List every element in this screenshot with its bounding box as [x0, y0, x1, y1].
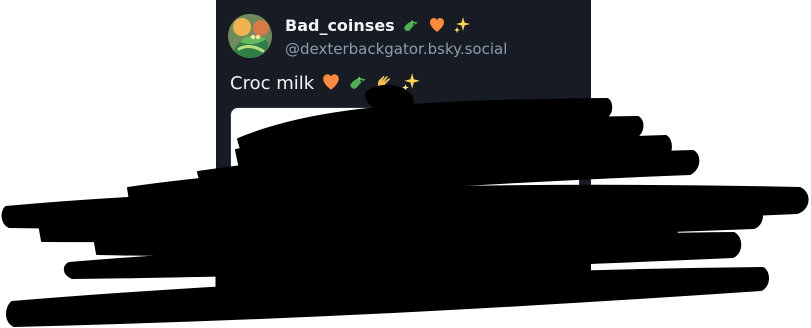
redaction-scribble: [1, 85, 809, 327]
screenshot-stage: Bad_coinses @dexterbackgator.bsky.social…: [0, 0, 811, 328]
